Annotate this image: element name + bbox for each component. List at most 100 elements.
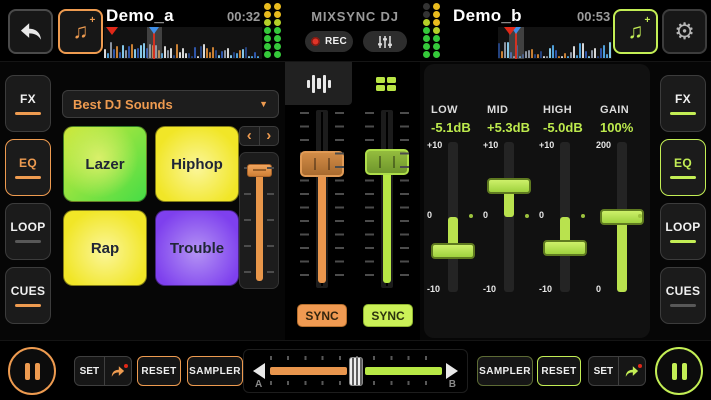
mixer-column: SYNC SYNC (285, 62, 420, 340)
deck-a-reset-button[interactable]: RESET (137, 356, 181, 386)
deck-b-tab-cues[interactable]: CUES (660, 267, 706, 324)
sliders-icon (376, 35, 394, 49)
music-library-b-button[interactable]: ♫+ (613, 9, 658, 54)
back-arrow-icon (20, 22, 42, 41)
eq-band-mid: MID +5.3dB +10 0 -10 (481, 100, 537, 332)
deck-a-tab-fx[interactable]: FX (5, 75, 51, 132)
level-meter-a (264, 3, 281, 58)
eq-low-handle[interactable] (431, 243, 475, 259)
scale-top: +10 (483, 140, 505, 150)
faders-icon (307, 75, 331, 93)
gear-icon: ⚙ (674, 18, 695, 45)
deck-b-set-group: SET (588, 356, 646, 386)
sampler-volume-slider[interactable] (239, 152, 279, 289)
deck-a-waveform[interactable] (104, 27, 262, 59)
deck-b-fader-handle[interactable] (365, 149, 409, 175)
back-button[interactable] (8, 9, 53, 54)
deck-a-fader-handle[interactable] (300, 151, 344, 177)
notification-dot (638, 364, 642, 368)
sampler-volume-handle[interactable] (247, 164, 272, 177)
next-page-button[interactable]: › (260, 127, 279, 145)
tab-mixer[interactable] (285, 62, 352, 105)
eq-band-value: 100% (600, 120, 633, 135)
deck-a-tab-loop[interactable]: LOOP (5, 203, 51, 260)
deck-b-reset-button[interactable]: RESET (537, 356, 581, 386)
deck-a-tab-eq[interactable]: EQ (5, 139, 51, 196)
eq-low-slider[interactable] (448, 142, 458, 292)
zero-dot-icon (525, 214, 529, 218)
deck-b-sampler-button[interactable]: SAMPLER (477, 356, 533, 386)
deck-b-pause-button[interactable] (655, 347, 703, 395)
crossfader-label-b: B (449, 379, 456, 390)
scale-bottom: 0 (596, 284, 618, 294)
deck-a-pause-button[interactable] (8, 347, 56, 395)
crossfade-left-arrow-icon (253, 363, 265, 379)
pause-icon (672, 363, 677, 380)
crossfader[interactable]: A B (243, 349, 468, 393)
tab-pads[interactable] (352, 62, 420, 105)
deck-a-tab-cues[interactable]: CUES (5, 267, 51, 324)
zero-dot-icon (638, 214, 642, 218)
deck-b-tab-loop[interactable]: LOOP (660, 203, 706, 260)
deck-b-sync-button[interactable]: SYNC (363, 304, 413, 327)
deck-b-tab-fx[interactable]: FX (660, 75, 706, 132)
sample-pad-trouble[interactable]: Trouble (155, 210, 239, 286)
scale-top: +10 (539, 140, 561, 150)
deck-a-sync-button[interactable]: SYNC (297, 304, 347, 327)
eq-band-value: -5.1dB (431, 120, 471, 135)
eq-mid-handle[interactable] (487, 178, 531, 194)
eq-band-label: HIGH (543, 104, 572, 116)
deck-b-jump-button[interactable] (619, 357, 645, 385)
deck-a-set-button[interactable]: SET (75, 357, 105, 385)
music-note-icon: ♫+ (628, 21, 644, 42)
deck-a-volume-fader[interactable] (300, 110, 344, 288)
sample-pad-rap[interactable]: Rap (63, 210, 147, 286)
deck-b-set-button[interactable]: SET (589, 357, 619, 385)
music-note-icon: ♫+ (73, 21, 89, 42)
eq-mid-slider[interactable] (504, 142, 514, 292)
deck-a-jump-button[interactable] (105, 357, 131, 385)
scale-mid: 0 (427, 210, 449, 220)
eq-band-low: LOW -5.1dB +10 0 -10 (425, 100, 481, 332)
transport-bar: SET RESET SAMPLER A B SAMPLER RESET (0, 340, 711, 400)
scale-bottom: -10 (427, 284, 449, 294)
record-button[interactable]: REC (305, 31, 353, 52)
record-dot-icon (311, 37, 320, 46)
settings-button[interactable]: ⚙ (662, 9, 707, 54)
eq-band-value: -5.0dB (543, 120, 583, 135)
level-meter-b (423, 3, 440, 58)
app-title: MIXSYNC DJ (300, 9, 410, 24)
waveform-bars (104, 40, 262, 58)
scale-bottom: -10 (539, 284, 561, 294)
crossfade-right-arrow-icon (446, 363, 458, 379)
eq-band-gain: GAIN 100% 200 0 (594, 100, 650, 332)
eq-high-handle[interactable] (543, 240, 587, 256)
deck-a-sampler-button[interactable]: SAMPLER (187, 356, 243, 386)
scale-top: 200 (596, 140, 618, 150)
eq-band-value: +5.3dB (487, 120, 530, 135)
deck-b-tab-eq[interactable]: EQ (660, 139, 706, 196)
chevron-down-icon: ▼ (259, 99, 268, 109)
playhead-marker (147, 27, 162, 59)
pad-page-switcher: ‹ › (239, 126, 279, 146)
deck-b-volume-fader[interactable] (365, 110, 409, 288)
cue-marker-icon (504, 27, 516, 35)
sample-pad-hiphop[interactable]: Hiphop (155, 126, 239, 202)
eq-panel: LOW -5.1dB +10 0 -10 MID +5.3dB +10 0 -1… (424, 64, 650, 338)
sample-pack-dropdown[interactable]: Best DJ Sounds ▼ (62, 90, 279, 118)
scale-mid: 0 (483, 210, 505, 220)
scale-bottom: -10 (483, 284, 505, 294)
zero-dot-icon (469, 214, 473, 218)
mixer-settings-button[interactable] (363, 31, 407, 52)
crossfader-handle[interactable] (349, 357, 363, 386)
prev-page-button[interactable]: ‹ (240, 127, 260, 145)
gain-slider[interactable] (617, 142, 627, 292)
deck-b-waveform[interactable] (498, 27, 612, 59)
scale-mid: 0 (539, 210, 561, 220)
deck-a-set-group: SET (74, 356, 132, 386)
sample-pad-lazer[interactable]: Lazer (63, 126, 147, 202)
eq-high-slider[interactable] (560, 142, 570, 292)
music-library-a-button[interactable]: ♫+ (58, 9, 103, 54)
cue-marker-icon (106, 27, 118, 35)
top-bar: ♫+ Demo_a 00:32 MIXSYNC DJ REC Demo_b 00… (0, 0, 711, 62)
